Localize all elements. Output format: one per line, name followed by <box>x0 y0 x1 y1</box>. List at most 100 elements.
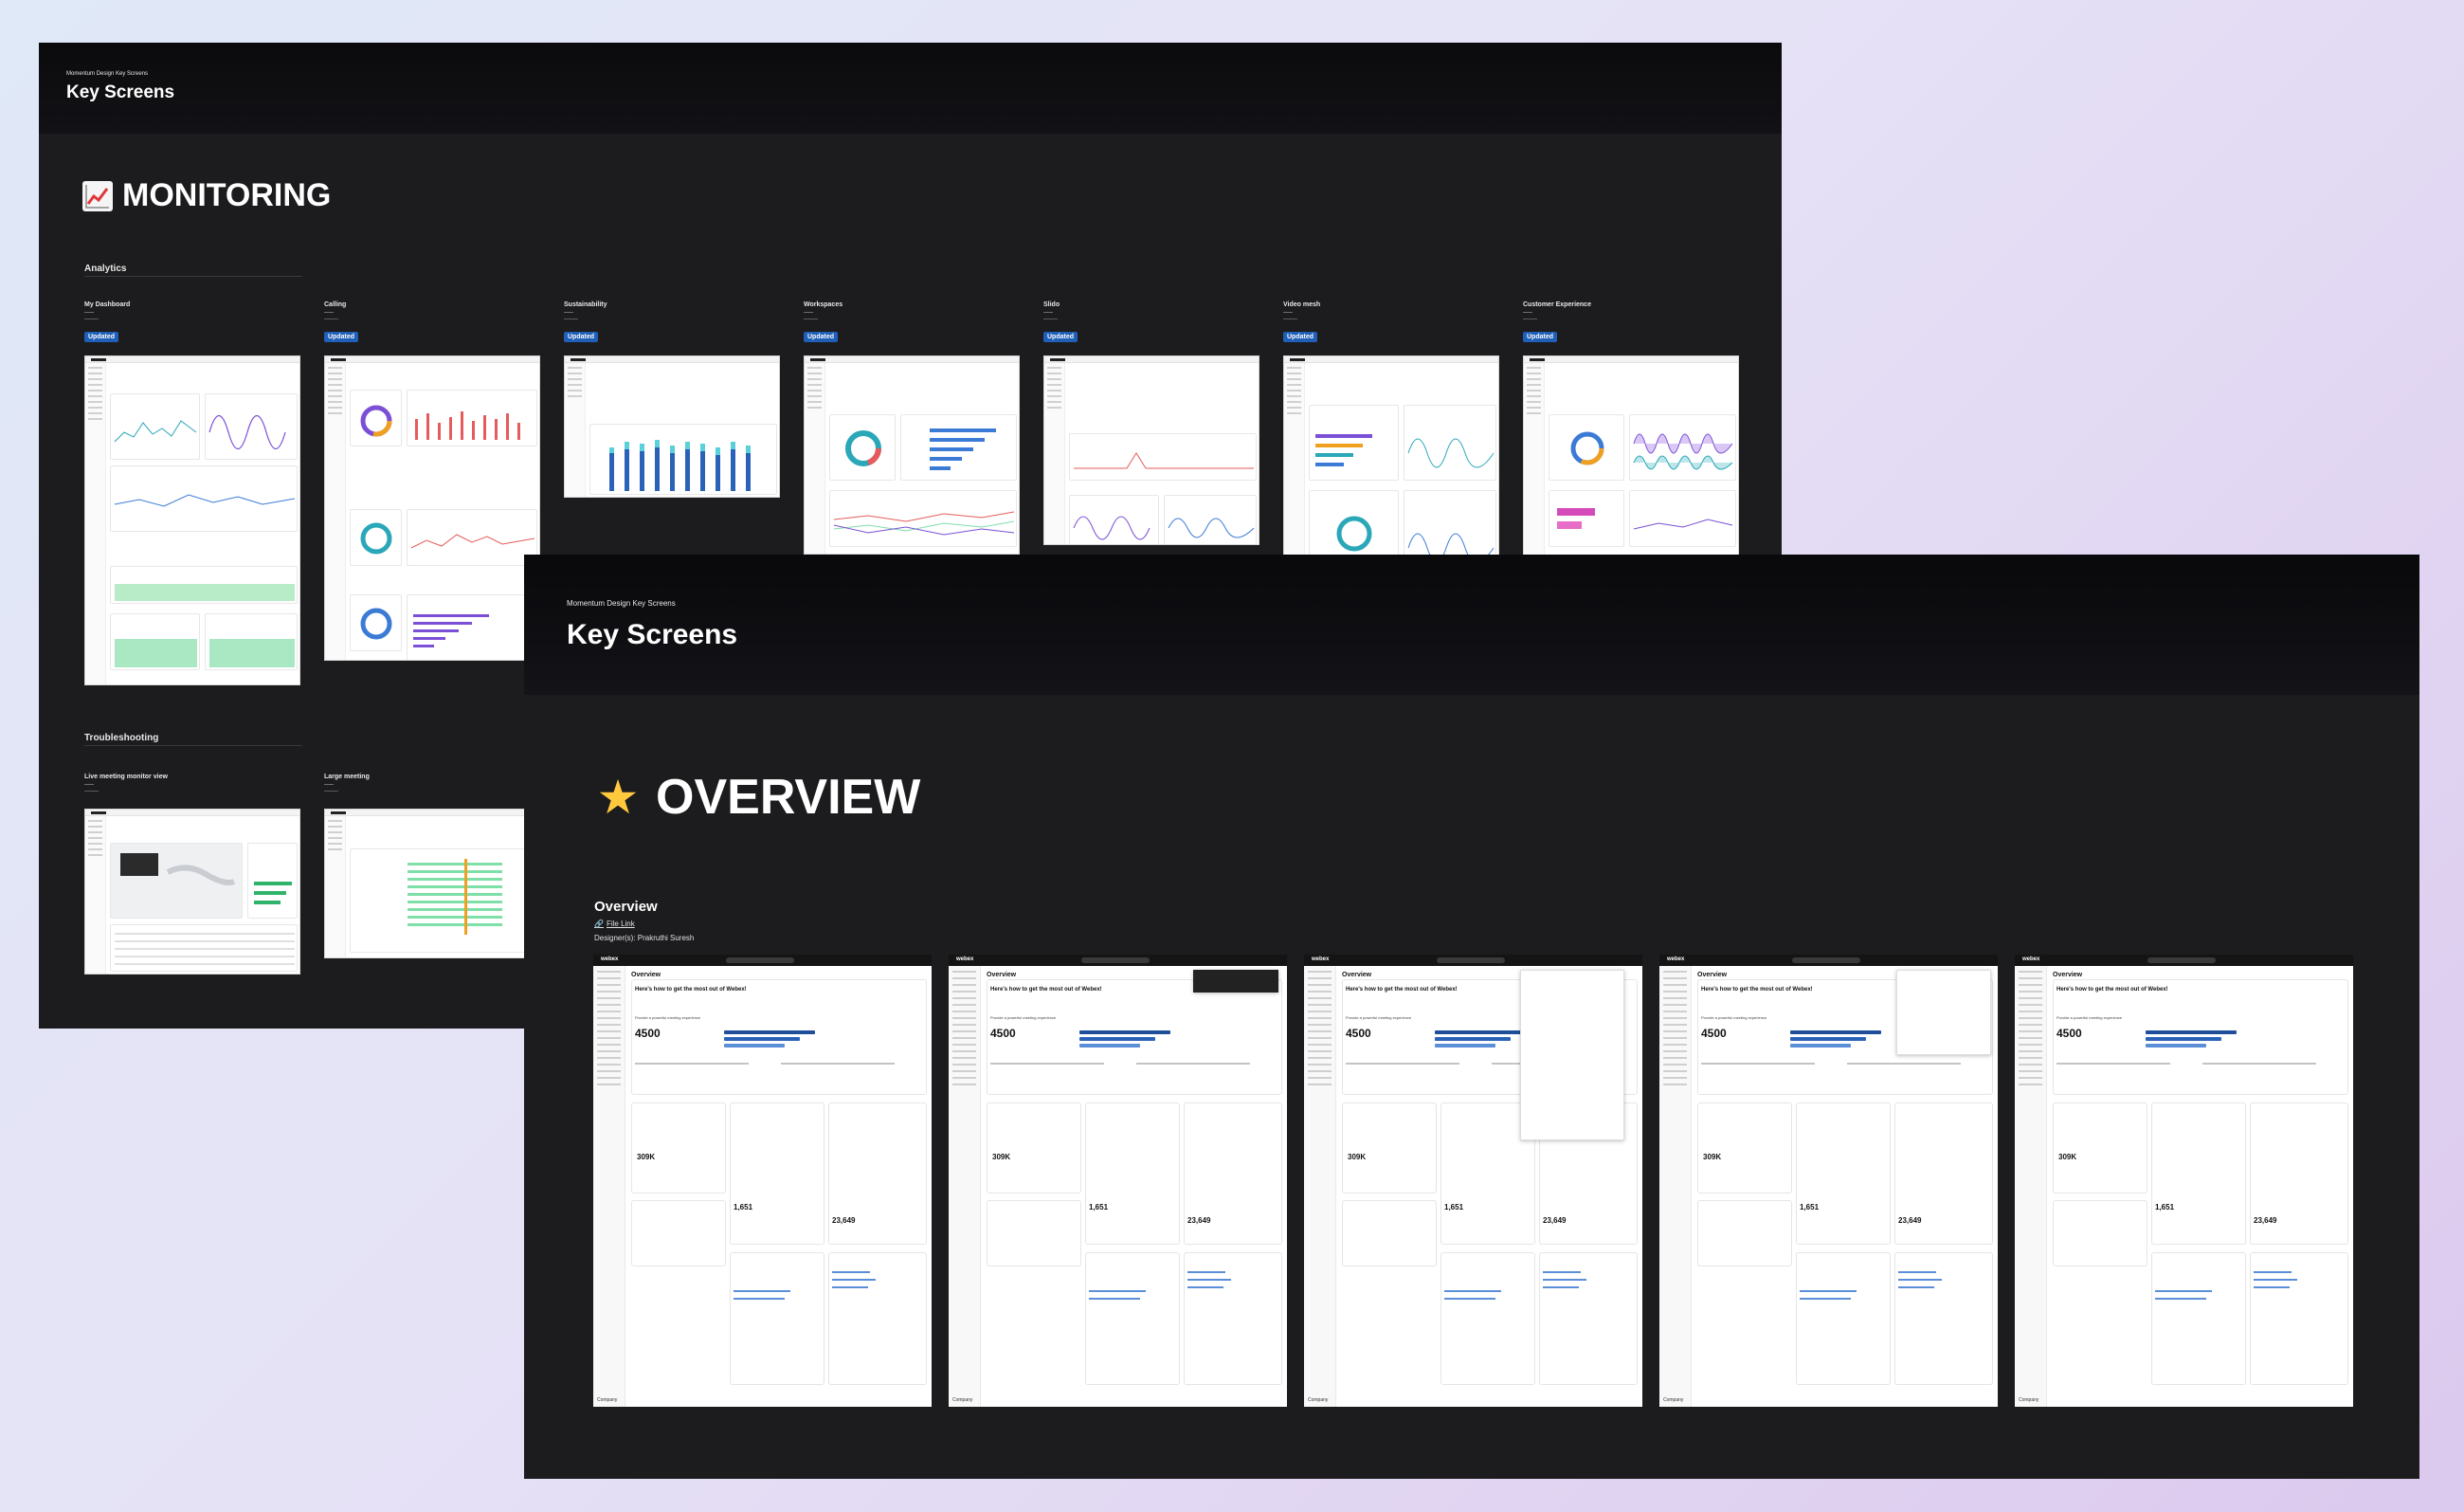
link-line[interactable] <box>1089 1290 1146 1292</box>
link-line[interactable] <box>734 1290 790 1292</box>
people-count: 309K <box>1348 1153 1367 1161</box>
overview-screen-thumbnail[interactable]: webex Overview Here's how to get the most … <box>593 955 932 1407</box>
people-count: 309K <box>992 1153 1011 1161</box>
link-line[interactable] <box>1187 1286 1223 1288</box>
link-line[interactable] <box>1898 1279 1942 1281</box>
link-line[interactable] <box>1187 1279 1231 1281</box>
thumbnail-sustainability[interactable] <box>564 355 780 498</box>
thumbnail-my-dashboard[interactable] <box>84 355 300 685</box>
tagline: Provide a powerful meeting experience <box>2056 1015 2123 1020</box>
text-line <box>1136 1063 1250 1065</box>
link-line[interactable] <box>1444 1290 1501 1292</box>
thumbnail-calling[interactable] <box>324 355 540 661</box>
link-icon: 🔗 <box>594 920 604 928</box>
link-line[interactable] <box>1187 1271 1225 1273</box>
updated-badge: Updated <box>804 332 838 342</box>
overview-screen-thumbnail[interactable]: webex Overview Here's how to get the most … <box>1304 955 1642 1407</box>
whats-new-panel <box>1085 1252 1180 1385</box>
link-line[interactable] <box>734 1298 785 1300</box>
item-title: Calling <box>324 301 347 308</box>
link-line[interactable] <box>2155 1298 2206 1300</box>
item-title: Video mesh <box>1283 301 1321 308</box>
analytics-label: Analytics <box>84 264 127 274</box>
company-footer: Company <box>1308 1397 1329 1403</box>
item-live-meeting-monitor[interactable]: Live meeting monitor view ⎯⎯⎯⎯ ⎯⎯⎯⎯⎯⎯ <box>84 774 302 794</box>
link-line[interactable] <box>1898 1286 1934 1288</box>
link-line[interactable] <box>1800 1298 1851 1300</box>
link-line[interactable] <box>1543 1271 1581 1273</box>
people-count: 309K <box>637 1153 656 1161</box>
overview-section-title: ★ OVERVIEW <box>593 769 921 826</box>
thumbnail-slido[interactable] <box>1043 355 1259 545</box>
tagline: Provide a powerful meeting experience <box>635 1015 701 1020</box>
sessions-count: 1,651 <box>1089 1203 1109 1211</box>
link-line[interactable] <box>832 1279 876 1281</box>
troubleshooting-label: Troubleshooting <box>84 733 159 743</box>
item-video-mesh[interactable]: Video mesh ⎯⎯⎯⎯ ⎯⎯⎯⎯⎯⎯ <box>1283 301 1501 322</box>
item-title: Workspaces <box>804 301 843 308</box>
item-sustainability[interactable]: Sustainability ⎯⎯⎯⎯ ⎯⎯⎯⎯⎯⎯ <box>564 301 782 322</box>
whats-new-panel <box>1440 1252 1535 1385</box>
item-link-line: ⎯⎯⎯⎯ <box>1283 310 1294 316</box>
brand-logo: webex <box>601 956 619 962</box>
link-line[interactable] <box>2155 1290 2212 1292</box>
top-bar: webex <box>1659 955 1998 966</box>
search-input[interactable] <box>1792 957 1860 963</box>
thumbnail-workspaces[interactable] <box>804 355 1020 555</box>
item-customer-experience[interactable]: Customer Experience ⎯⎯⎯⎯ ⎯⎯⎯⎯⎯⎯ <box>1523 301 1741 322</box>
link-line[interactable] <box>1543 1286 1579 1288</box>
search-input[interactable] <box>1081 957 1150 963</box>
link-line[interactable] <box>1543 1279 1586 1281</box>
updated-badge: Updated <box>1043 332 1078 342</box>
link-line[interactable] <box>1800 1290 1857 1292</box>
sessions-count: 1,651 <box>1800 1203 1820 1211</box>
overview-card-header: Momentum Design Key Screens Key Screens <box>524 555 2419 695</box>
whats-new-panel <box>2151 1252 2246 1385</box>
overview-section-label: OVERVIEW <box>656 770 921 825</box>
item-workspaces[interactable]: Workspaces ⎯⎯⎯⎯ ⎯⎯⎯⎯⎯⎯ <box>804 301 1022 322</box>
brand-logo: webex <box>1667 956 1685 962</box>
link-line[interactable] <box>2254 1286 2290 1288</box>
item-link-line: ⎯⎯⎯⎯ <box>324 310 335 316</box>
item-calling[interactable]: Calling ⎯⎯⎯⎯ ⎯⎯⎯⎯⎯⎯ <box>324 301 542 322</box>
item-slido[interactable]: Slido ⎯⎯⎯⎯ ⎯⎯⎯⎯⎯⎯ <box>1043 301 1261 322</box>
text-line <box>1847 1063 1961 1065</box>
people-count: 309K <box>1703 1153 1722 1161</box>
link-line[interactable] <box>2254 1279 2297 1281</box>
monitoring-card-header: Momentum Design Key Screens Key Screens <box>39 43 1782 134</box>
overview-screen-thumbnail[interactable]: webex Overview Here's how to get the most … <box>949 955 1287 1407</box>
star-icon: ★ <box>596 770 640 825</box>
services-panel <box>987 1200 1081 1266</box>
item-link-line: ⎯⎯⎯⎯ <box>84 782 95 788</box>
search-input[interactable] <box>2147 957 2216 963</box>
link-line[interactable] <box>1898 1271 1936 1273</box>
progress-bar <box>724 1044 785 1047</box>
page-heading: Overview <box>1697 972 1728 978</box>
link-line[interactable] <box>832 1286 868 1288</box>
item-large-meeting[interactable]: Large meeting ⎯⎯⎯⎯ ⎯⎯⎯⎯⎯⎯ <box>324 774 542 794</box>
chart-increasing-icon <box>82 180 113 211</box>
welcome-title: Here's how to get the most out of Webex! <box>1346 987 1458 993</box>
item-my-dashboard[interactable]: My Dashboard ⎯⎯⎯⎯ ⎯⎯⎯⎯⎯⎯ <box>84 301 302 322</box>
thumbnail-live-meeting-monitor[interactable] <box>84 809 300 975</box>
link-line[interactable] <box>1089 1298 1140 1300</box>
kpi-value: 4500 <box>990 1027 1016 1040</box>
thumbnail-large-meeting[interactable] <box>324 809 540 958</box>
link-line[interactable] <box>832 1271 870 1273</box>
people-count: 309K <box>2058 1153 2077 1161</box>
link-line[interactable] <box>1444 1298 1495 1300</box>
sessions-count: 1,651 <box>2155 1203 2175 1211</box>
devices-count: 23,649 <box>1898 1216 1922 1225</box>
file-link[interactable]: 🔗 File Link <box>594 920 635 928</box>
search-input[interactable] <box>726 957 794 963</box>
search-input[interactable] <box>1437 957 1505 963</box>
progress-bar <box>724 1037 800 1041</box>
devices-count: 23,649 <box>832 1216 856 1225</box>
overview-content: Overview Here's how to get the most out o… <box>2051 968 2353 1407</box>
link-line[interactable] <box>2254 1271 2292 1273</box>
devices-count: 23,649 <box>1543 1216 1567 1225</box>
progress-bar <box>1079 1037 1155 1041</box>
updated-badge: Updated <box>1283 332 1317 342</box>
overview-screen-thumbnail[interactable]: webex Overview Here's how to get the most … <box>2015 955 2353 1407</box>
overview-screen-thumbnail[interactable]: webex Overview Here's how to get the most … <box>1659 955 1998 1407</box>
